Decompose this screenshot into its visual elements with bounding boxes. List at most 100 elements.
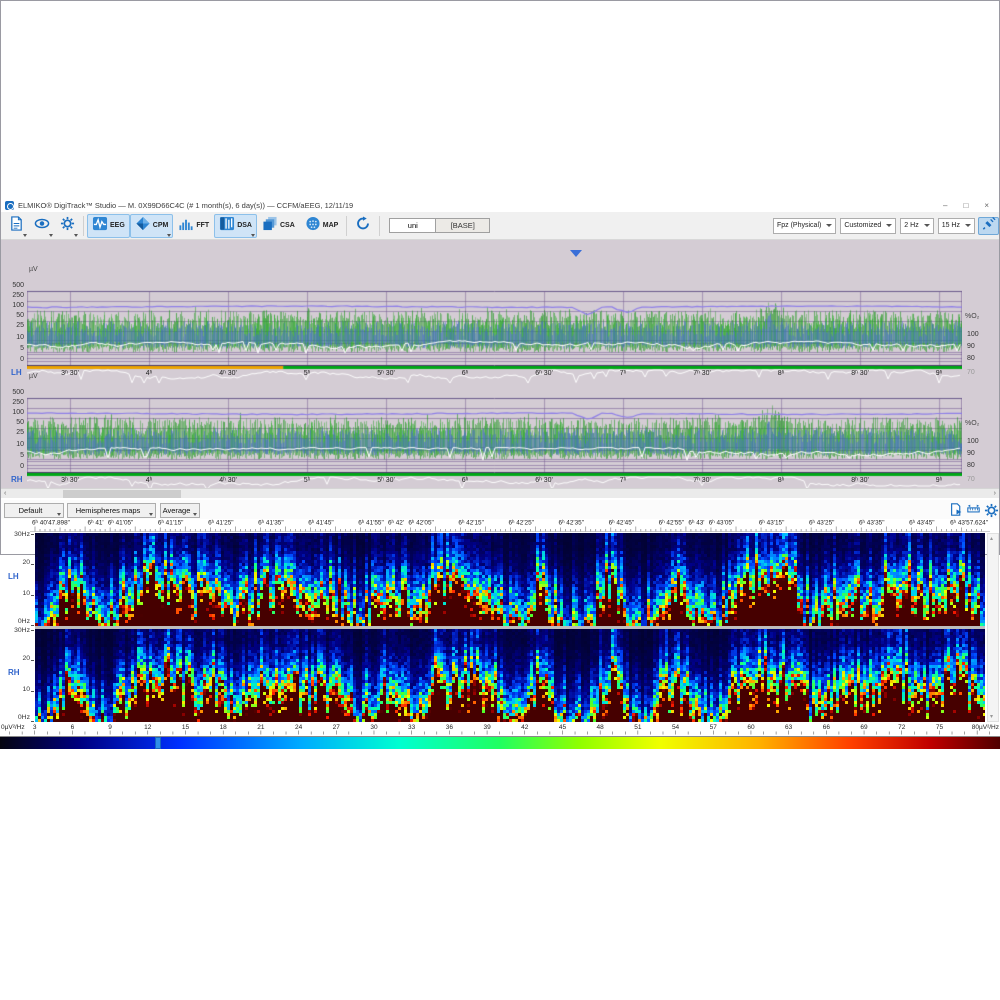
toolbar-button-cpm[interactable]: CPM xyxy=(129,213,174,238)
high-filter-select[interactable]: 15 Hz xyxy=(937,217,975,234)
dsa-spectrogram-rh-canvas[interactable] xyxy=(35,629,985,722)
svg-text:6ʰ 42'35": 6ʰ 42'35" xyxy=(559,520,585,527)
scroll-down-icon[interactable]: ▾ xyxy=(990,713,993,720)
toolbar-button-fft[interactable]: FFT xyxy=(173,214,214,238)
sensor-select[interactable]: Fpz (Physical) xyxy=(772,217,837,234)
elmiko-digitrack-window: ELMIKO® DigiTrack™ Studio — M. 0X99D66C4… xyxy=(0,0,1000,1000)
aeeg-trend-rh-canvas[interactable] xyxy=(27,393,962,493)
maximize-button[interactable]: □ xyxy=(963,201,968,210)
chevron-down-icon[interactable] xyxy=(965,224,971,227)
layers-icon xyxy=(262,216,278,236)
toolbar-button-dsa[interactable]: DSA xyxy=(214,213,257,238)
dsa-freq-tickmark xyxy=(31,691,34,692)
aeeg-time-label: 3ʰ 30' xyxy=(61,370,79,377)
svg-text:27: 27 xyxy=(333,724,341,731)
aeeg-time-label: 8ʰ 30' xyxy=(851,370,869,377)
montage-select[interactable]: Customized xyxy=(840,217,897,234)
toolbar-button-eeg[interactable]: EEG xyxy=(87,213,130,238)
svg-text:6ʰ 43'35": 6ʰ 43'35" xyxy=(859,520,885,527)
aeeg-y-tick: 50 xyxy=(16,312,24,319)
aeeg-y-tick: 500 xyxy=(12,282,24,289)
select-value: 2 Hz xyxy=(904,222,919,229)
eye-icon xyxy=(34,216,50,236)
chevron-down-icon[interactable] xyxy=(57,513,61,516)
aeeg-trend-lh-canvas[interactable] xyxy=(27,286,962,386)
svg-text:6ʰ 41'35": 6ʰ 41'35" xyxy=(258,520,284,527)
aeeg-time-label: 6ʰ 30' xyxy=(535,370,553,377)
dsa-preset-default[interactable]: Default xyxy=(4,503,64,518)
dsa-freq-tickmark xyxy=(31,625,34,626)
dsa-freq-tickmark xyxy=(31,534,34,535)
dsa-freq-tickmark xyxy=(31,595,34,596)
chevron-down-icon[interactable] xyxy=(167,233,172,237)
aeeg-y-tick: 250 xyxy=(12,292,24,299)
svg-text:36: 36 xyxy=(446,724,454,731)
toolbar-button-label: CPM xyxy=(152,222,169,229)
aeeg-horizontal-scrollbar[interactable]: ‹ › xyxy=(1,488,999,498)
color-scale-cursor[interactable] xyxy=(155,737,161,749)
svg-text:0µV²/Hz: 0µV²/Hz xyxy=(1,724,25,731)
low-filter-select[interactable]: 2 Hz xyxy=(900,217,934,234)
chevron-down-icon[interactable] xyxy=(49,233,53,237)
chevron-down-icon[interactable] xyxy=(923,224,930,227)
toolbar-button-map[interactable]: MAP xyxy=(300,214,344,238)
aeeg-y-axis-unit: µV xyxy=(29,373,38,380)
aeeg-time-label: 5ʰ 30' xyxy=(377,477,395,484)
svg-text:6ʰ 41'05": 6ʰ 41'05" xyxy=(108,520,134,527)
chevron-down-icon[interactable] xyxy=(23,233,27,237)
aeeg-time-label: 6ʰ 30' xyxy=(535,477,553,484)
chevron-down-icon[interactable] xyxy=(74,233,78,237)
svg-text:42: 42 xyxy=(521,724,529,731)
dsa-preset-hemispheres-maps[interactable]: Hemispheres maps xyxy=(67,503,156,518)
scroll-up-icon[interactable]: ▴ xyxy=(990,535,993,542)
aeeg-y-tick: 25 xyxy=(16,429,24,436)
svg-text:63: 63 xyxy=(785,724,793,731)
dsa-vertical-scrollbar[interactable]: ▴ ▾ xyxy=(987,533,999,722)
title-bar: ELMIKO® DigiTrack™ Studio — M. 0X99D66C4… xyxy=(1,199,999,212)
toolbar-button-settings[interactable] xyxy=(55,214,80,238)
document-icon xyxy=(9,215,24,236)
scroll-left-icon[interactable]: ‹ xyxy=(4,489,6,499)
scrollbar-thumb[interactable] xyxy=(63,490,181,498)
aeeg-y-tick: 50 xyxy=(16,419,24,426)
time-cursor-marker[interactable] xyxy=(570,250,582,257)
chevron-down-icon[interactable] xyxy=(886,224,893,227)
dsa-spectrogram-lh-canvas[interactable] xyxy=(35,533,985,626)
svg-text:57: 57 xyxy=(710,724,718,731)
select-value: Fpz (Physical) xyxy=(776,222,822,229)
dsa-preset-average[interactable]: Average xyxy=(160,503,200,518)
svg-text:6ʰ 43'57.624": 6ʰ 43'57.624" xyxy=(950,520,988,527)
chevron-down-icon[interactable] xyxy=(826,224,833,227)
aeeg-right-tick: 80 xyxy=(967,355,975,362)
scroll-right-icon[interactable]: › xyxy=(994,489,996,499)
minimize-button[interactable]: – xyxy=(943,201,947,210)
aeeg-y-tick: 100 xyxy=(12,409,24,416)
toolbar-button-csa[interactable]: CSA xyxy=(257,214,300,238)
chevron-down-icon[interactable] xyxy=(250,233,255,237)
montage-tab-uni[interactable]: uni xyxy=(389,218,437,233)
aeeg-right-tick: 70 xyxy=(967,369,975,376)
svg-text:6ʰ 41'25": 6ʰ 41'25" xyxy=(208,520,234,527)
toolbar-button-view[interactable] xyxy=(29,214,55,238)
svg-text:21: 21 xyxy=(257,724,265,731)
chevron-down-icon[interactable] xyxy=(193,513,197,516)
reference-toggle-button[interactable] xyxy=(978,216,999,235)
dsa-freq-tick: 30Hz xyxy=(14,531,30,538)
toolbar-button-label: FFT xyxy=(196,222,210,229)
svg-text:33: 33 xyxy=(408,724,416,731)
waveform-icon xyxy=(92,216,108,236)
aeeg-time-label: 9ʰ xyxy=(935,477,943,484)
aeeg-channel-label: RH xyxy=(11,475,23,484)
svg-text:24: 24 xyxy=(295,724,303,731)
svg-text:6: 6 xyxy=(71,724,75,731)
toolbar-button-print[interactable] xyxy=(4,214,29,238)
aeeg-right-tick: 100 xyxy=(967,438,979,445)
montage-tab-base[interactable]: [BASE] xyxy=(436,218,491,233)
toolbar-button-refresh[interactable] xyxy=(350,214,376,238)
chevron-down-icon[interactable] xyxy=(149,513,153,516)
dsa-color-scale-bar[interactable] xyxy=(0,736,1000,749)
aeeg-y-tick: 25 xyxy=(16,322,24,329)
aeeg-y-tick: 5 xyxy=(20,452,24,459)
close-button[interactable]: × xyxy=(984,201,989,210)
svg-text:6ʰ 43'05": 6ʰ 43'05" xyxy=(709,520,735,527)
